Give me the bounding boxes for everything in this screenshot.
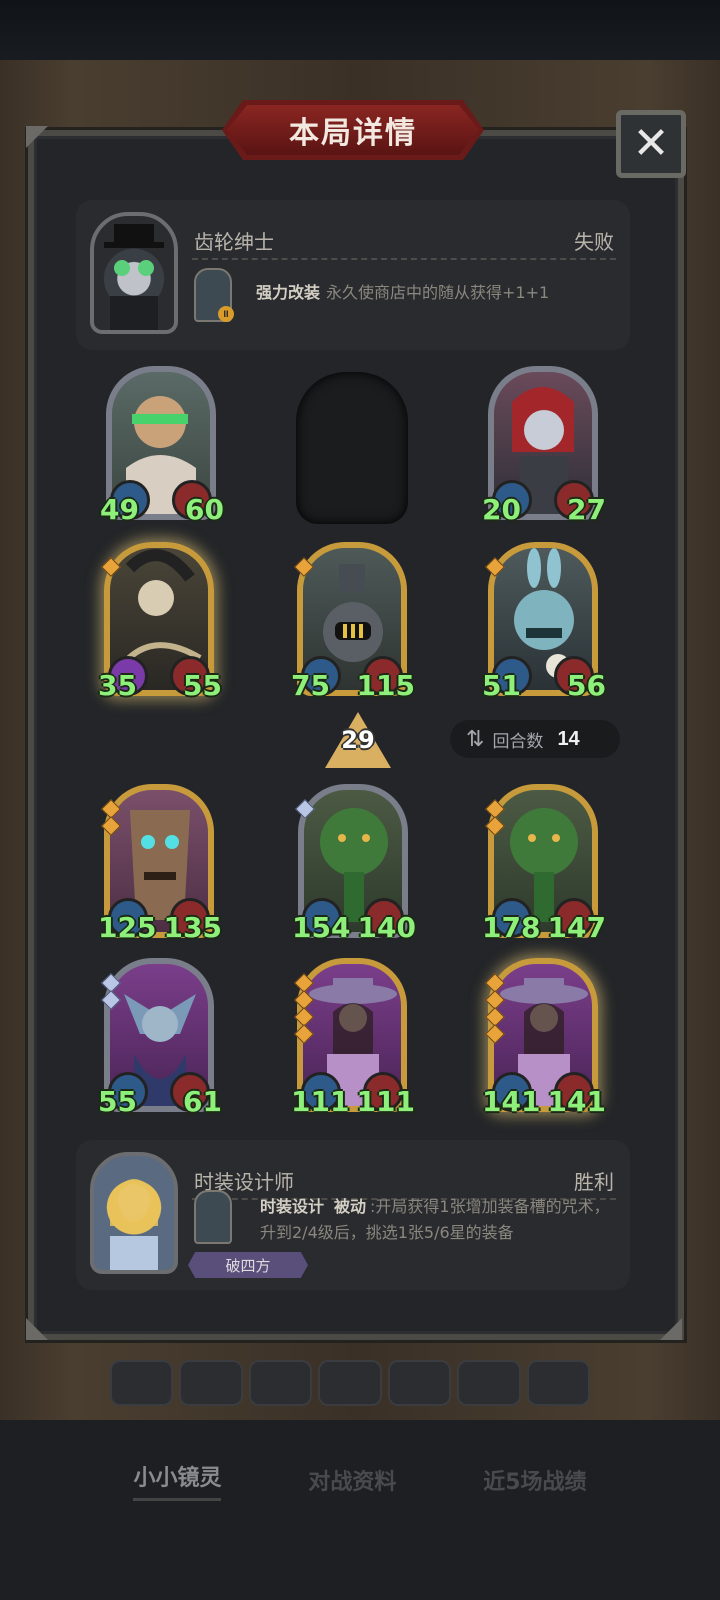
player-card: 时装设计师 胜利 时装设计 被动:开局获得1张增加装备槽的咒术，升到2/4级后，挑… [76, 1140, 630, 1290]
unit-card[interactable]: 178 147 [482, 784, 606, 944]
player-hero-power-icon[interactable] [194, 1190, 232, 1244]
empty-slot [296, 372, 408, 524]
unit-card[interactable]: 154 140 [292, 784, 416, 944]
round-counter: ⇅ 回合数 14 [450, 720, 620, 758]
swap-icon: ⇅ [466, 726, 485, 751]
player-skill: 时装设计 被动:开局获得1张增加装备槽的咒术，升到2/4级后，挑选1张5/6星的装… [260, 1194, 616, 1246]
opponent-avatar[interactable] [90, 212, 178, 334]
opponent-skill-desc: 永久使商店中的随从获得+1+1 [326, 283, 550, 302]
player-result: 胜利 [574, 1170, 614, 1194]
unit-card[interactable]: 35 55 [98, 542, 222, 702]
tab-battle-info[interactable]: 对战资料 [308, 1464, 396, 1496]
close-button[interactable]: ✕ [616, 110, 686, 178]
player-skill-type: 被动 [334, 1197, 367, 1216]
unit-card[interactable]: 111 111 [291, 958, 415, 1118]
player-avatar[interactable] [90, 1152, 178, 1274]
tab-little-mirror[interactable]: 小小镜灵 [133, 1460, 222, 1501]
unit-card[interactable]: 55 61 [98, 958, 222, 1118]
unit-card[interactable]: 51 56 [482, 542, 606, 702]
tavern-level-badge: 29 [325, 712, 391, 768]
bottom-tabs: 小小镜灵 对战资料 近5场战绩 [0, 1450, 720, 1510]
opponent-skill: 强力改装 永久使商店中的随从获得+1+1 [256, 280, 616, 306]
opponent-name: 齿轮绅士 [194, 230, 274, 254]
bottom-area [0, 1420, 720, 1600]
opponent-skill-name: 强力改装 [256, 283, 321, 302]
page-title: 本局详情 [289, 116, 417, 151]
title-banner: 本局详情 [222, 100, 484, 160]
opponent-hero-power-icon[interactable]: II [194, 268, 234, 322]
unit-card[interactable]: 125 135 [98, 784, 222, 944]
tab-recent-5[interactable]: 近5场战绩 [483, 1464, 586, 1496]
unit-card[interactable]: 75 115 [291, 542, 415, 702]
close-icon: ✕ [632, 118, 670, 169]
opponent-result: 失败 [574, 230, 614, 254]
opponent-card: 齿轮绅士 失败 II 强力改装 永久使商店中的随从获得+1+1 [76, 200, 630, 350]
unit-card[interactable]: 141 141 [482, 958, 606, 1118]
player-tag: 破四方 [188, 1252, 308, 1278]
unit-card[interactable]: 20 27 [482, 366, 606, 526]
minion-strip [110, 1360, 590, 1406]
unit-card[interactable]: 49 60 [100, 366, 224, 526]
player-skill-name: 时装设计 [260, 1197, 325, 1216]
